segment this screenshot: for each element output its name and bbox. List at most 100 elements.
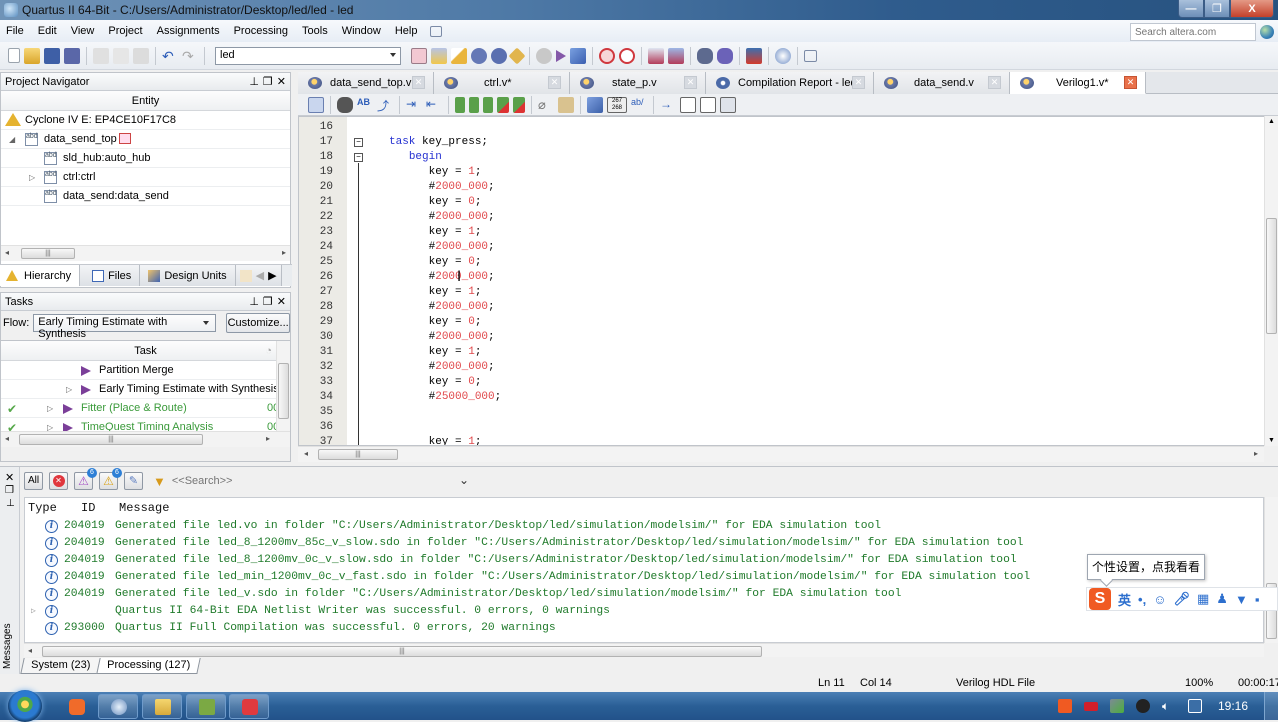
microphone-icon[interactable]: 🎤︎ xyxy=(1173,591,1190,607)
filter-warnings-button[interactable]: ⚠ 6 xyxy=(99,468,122,490)
toggle-bookmark-icon[interactable] xyxy=(455,96,465,113)
tab-verilog1[interactable]: Verilog1.v* ✕ xyxy=(1010,72,1146,94)
float-icon[interactable]: ❐ xyxy=(263,73,273,91)
pin-icon[interactable]: ⊥ xyxy=(6,498,15,509)
close-tab-icon[interactable]: ✕ xyxy=(412,76,425,89)
code-line[interactable]: 30 #2000_000; xyxy=(299,330,1259,345)
tab-files[interactable]: Files xyxy=(80,265,141,286)
filter-critical-warnings-button[interactable]: ⚠ 6 xyxy=(74,468,97,490)
taskbar-quartus[interactable] xyxy=(98,694,138,719)
code-line[interactable]: 23 key = 1; xyxy=(299,225,1259,240)
undo-icon[interactable]: ↶ xyxy=(162,48,178,64)
scrollbar-thumb[interactable]: ||| xyxy=(42,646,762,657)
taskbar-uc-browser[interactable] xyxy=(56,694,96,719)
close-panel-icon[interactable]: ✕ xyxy=(277,73,286,91)
network-icon[interactable] xyxy=(1187,699,1202,713)
code-line[interactable]: 34 #25000_000; xyxy=(299,390,1259,405)
close-tab-icon[interactable]: ✕ xyxy=(852,76,865,89)
cut-icon[interactable] xyxy=(93,47,109,64)
message-row[interactable]: i 204019 Generated file led.vo in folder "… xyxy=(25,518,1263,535)
taskbar-file-explorer[interactable] xyxy=(142,694,182,719)
tasks-vertical-scrollbar[interactable] xyxy=(276,341,290,431)
float-icon[interactable]: ❐ xyxy=(5,485,14,496)
device-row[interactable]: Cyclone IV E: EP4CE10F17C8 xyxy=(1,111,290,130)
code-line[interactable]: 36 xyxy=(299,420,1259,435)
code-line[interactable]: 28 #2000_000; xyxy=(299,300,1259,315)
expand-icon[interactable]: ▷ xyxy=(66,380,72,399)
tab-system-messages[interactable]: System (23) xyxy=(20,658,101,674)
suppress-button[interactable]: ✎ xyxy=(124,472,143,490)
menu-file[interactable]: File xyxy=(0,20,31,42)
chevron-down-icon[interactable]: ⌄ xyxy=(459,473,469,487)
globe-search-icon[interactable] xyxy=(1260,25,1274,39)
save-all-icon[interactable] xyxy=(64,47,80,64)
taskbar-terminal[interactable] xyxy=(186,694,226,719)
scroll-down-icon[interactable]: ▼ xyxy=(1268,437,1275,444)
scrollbar-thumb[interactable] xyxy=(1266,218,1277,334)
customize-button[interactable]: Customize... xyxy=(226,313,290,333)
block-uncomment-icon[interactable] xyxy=(700,96,716,113)
project-selector[interactable]: led xyxy=(215,46,401,65)
clear-all-bookmarks-icon[interactable] xyxy=(513,96,525,113)
message-search[interactable]: ▼ ⌄ xyxy=(153,471,473,491)
scrollbar-thumb[interactable]: ||| xyxy=(21,248,75,259)
clock[interactable]: 19:16 xyxy=(1218,699,1248,713)
close-panel-icon[interactable]: ✕ xyxy=(277,293,286,311)
close-tab-icon[interactable]: ✕ xyxy=(548,76,561,89)
skin-icon[interactable]: ▼ xyxy=(1235,592,1248,607)
programmer-icon[interactable] xyxy=(746,47,762,64)
tab-overflow[interactable]: ◀ ▶ xyxy=(235,265,282,286)
menu-processing[interactable]: Processing xyxy=(227,20,295,42)
close-window-button[interactable]: X xyxy=(1230,0,1274,18)
navigator-horizontal-scrollbar[interactable]: ◂ ||| ▸ xyxy=(1,245,290,261)
editor-horizontal-scrollbar[interactable]: ◂ ||| ▸ xyxy=(298,446,1264,462)
emoji-icon[interactable]: ☺ xyxy=(1153,592,1166,607)
start-compilation-icon[interactable] xyxy=(556,49,566,62)
rtl-viewer-icon[interactable] xyxy=(648,47,664,64)
show-desktop-button[interactable] xyxy=(1264,692,1278,720)
insert-template-icon[interactable] xyxy=(587,96,603,113)
tree-item-data-send[interactable]: abd data_send:data_send xyxy=(1,187,290,206)
code-line[interactable]: 18 begin xyxy=(299,150,1259,165)
scrollbar-thumb[interactable]: ||| xyxy=(19,434,203,445)
menu-window[interactable]: Window xyxy=(335,20,388,42)
toolbox-icon[interactable]: ▪ xyxy=(1255,592,1260,607)
expand-icon[interactable]: ▷ xyxy=(31,603,36,620)
code-line[interactable]: 25 key = 0; xyxy=(299,255,1259,270)
menu-view[interactable]: View xyxy=(64,20,102,42)
timing-analyzer-icon[interactable] xyxy=(599,47,615,64)
save-icon[interactable] xyxy=(44,47,60,64)
code-line[interactable]: 19 key = 1; xyxy=(299,165,1259,180)
task-column-header[interactable]: Task ◔ xyxy=(1,341,290,361)
minimize-button[interactable]: — xyxy=(1178,0,1204,18)
ime-punctuation-toggle[interactable]: •, xyxy=(1138,592,1146,607)
increase-indent-icon[interactable]: ⇥ xyxy=(406,97,422,113)
play-icon[interactable] xyxy=(81,366,91,376)
fold-collapse-icon[interactable]: − xyxy=(354,153,363,162)
close-tab-icon[interactable]: ✕ xyxy=(988,76,1001,89)
editor-vertical-scrollbar[interactable]: ▲ ▼ xyxy=(1264,116,1278,446)
technology-map-viewer-icon[interactable] xyxy=(668,47,684,64)
fitter-icon[interactable] xyxy=(491,47,507,64)
code-line[interactable]: 35 xyxy=(299,405,1259,420)
play-icon[interactable] xyxy=(63,404,73,414)
tasks-horizontal-scrollbar[interactable]: ◂ ||| ▸ xyxy=(1,431,290,447)
pin-icon[interactable]: ⊥ xyxy=(249,293,259,311)
code-line[interactable]: 26 #2000_000; xyxy=(299,270,1259,285)
find-replace-icon[interactable]: AB xyxy=(357,97,373,113)
show-whitespace-icon[interactable]: → xyxy=(660,97,676,113)
code-line[interactable]: 21 key = 0; xyxy=(299,195,1259,210)
menu-tools[interactable]: Tools xyxy=(295,20,335,42)
design-partition-icon[interactable] xyxy=(717,47,733,64)
task-row[interactable]: ✔ ▷ Fitter (Place & Route) 00 xyxy=(1,399,290,418)
feedback-icon[interactable] xyxy=(804,49,817,62)
search-altera-input[interactable] xyxy=(1130,23,1256,41)
attach-icon[interactable]: ⌀ xyxy=(538,97,554,113)
analysis-icon[interactable] xyxy=(451,47,467,64)
scrollbar-thumb[interactable]: ||| xyxy=(318,449,398,460)
fold-collapse-icon[interactable]: − xyxy=(354,138,363,147)
find-icon[interactable] xyxy=(337,96,353,113)
tree-item-sld-hub[interactable]: abd sld_hub:auto_hub xyxy=(1,149,290,168)
collapse-icon[interactable]: ◢ xyxy=(9,130,15,149)
code-line[interactable]: 22 #2000_000; xyxy=(299,210,1259,225)
